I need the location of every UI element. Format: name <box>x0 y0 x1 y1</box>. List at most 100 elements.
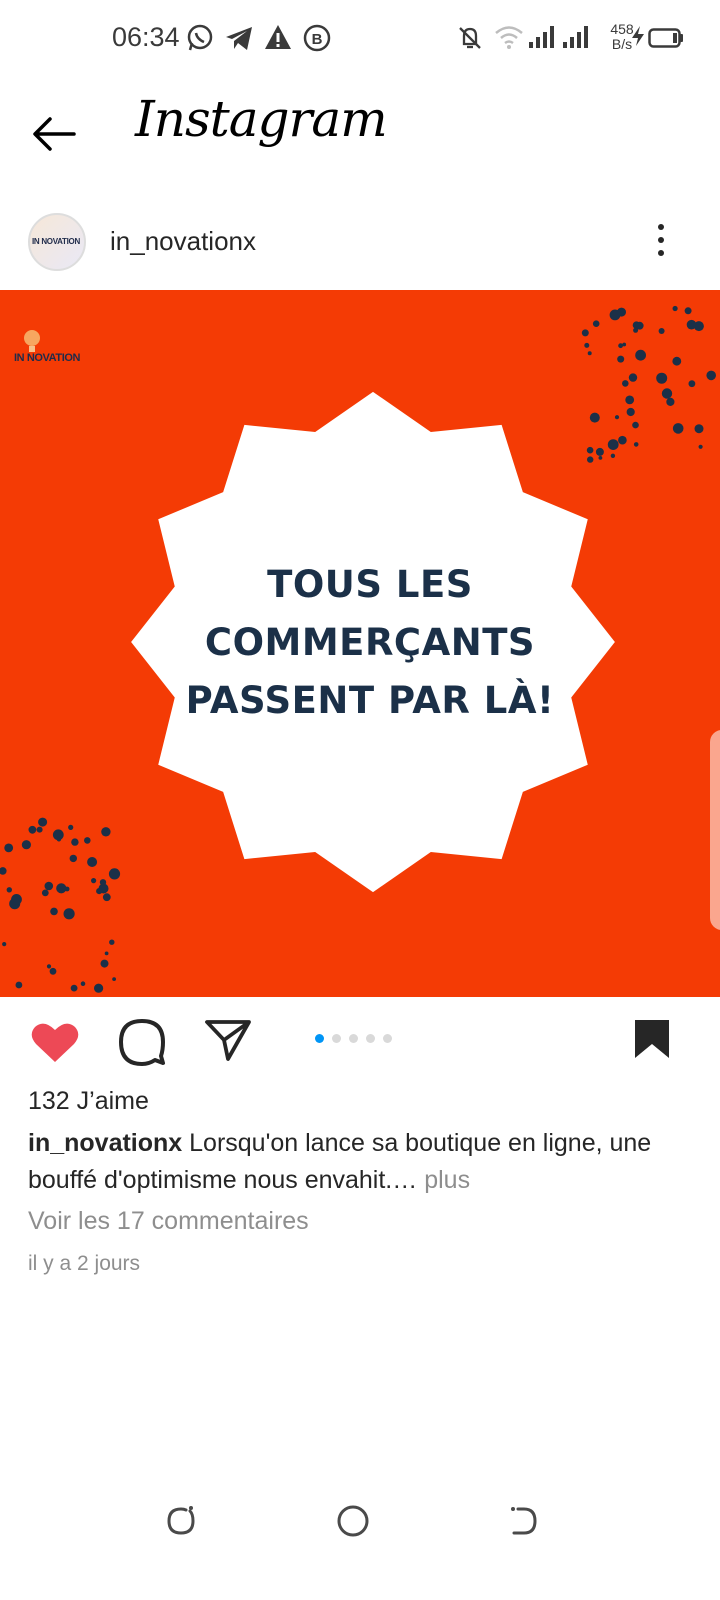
more-dot <box>658 250 664 256</box>
decor-dot <box>706 370 716 381</box>
decor-dot <box>56 837 62 842</box>
decor-dot <box>15 981 23 989</box>
decor-dot <box>607 439 619 450</box>
avatar[interactable]: IN NOVATION <box>28 213 86 271</box>
decor-dot <box>688 380 696 388</box>
decor-dot <box>598 456 603 460</box>
decor-dot <box>694 424 704 434</box>
decor-dot <box>68 824 74 831</box>
decor-dot <box>49 967 57 975</box>
like-count[interactable]: 132 J’aime <box>28 1087 149 1116</box>
decor-dot <box>587 351 592 356</box>
post-image[interactable]: IN NOVATION TOUS LES COMMERÇANTS PASSENT… <box>0 290 720 997</box>
recent-apps-icon[interactable] <box>164 1504 198 1538</box>
decor-dot <box>112 977 116 981</box>
dot-pattern-top-right <box>581 305 716 463</box>
battery-icon <box>648 28 683 48</box>
decor-dot <box>661 388 673 399</box>
decor-dot <box>626 407 635 417</box>
mute-bell-icon <box>459 27 481 49</box>
more-options-button[interactable] <box>650 222 674 258</box>
decor-dot <box>686 319 697 330</box>
decor-dot <box>21 840 31 850</box>
decor-dot <box>589 412 600 423</box>
svg-text:B: B <box>312 31 323 48</box>
decor-dot <box>628 373 638 382</box>
brand-logo-text: IN NOVATION <box>14 352 81 364</box>
decor-dot <box>11 894 22 905</box>
decor-dot <box>618 435 627 445</box>
decor-dot <box>658 328 665 334</box>
b-badge-icon: B <box>303 24 331 52</box>
decor-dot <box>592 320 600 327</box>
decor-dot <box>625 395 635 405</box>
carousel-dot <box>383 1034 392 1043</box>
decor-dot <box>38 817 48 827</box>
decor-dot <box>595 447 604 456</box>
headline-line-1: TOUS LES <box>267 563 473 606</box>
decor-dot <box>46 964 52 969</box>
decor-dot <box>632 421 639 429</box>
carousel-dot <box>349 1034 358 1043</box>
decor-dot <box>80 981 86 986</box>
decor-dot <box>614 415 620 420</box>
more-dot <box>658 237 664 243</box>
carousel-dot <box>315 1034 324 1043</box>
decor-dot <box>108 868 121 880</box>
decor-dot <box>56 883 67 894</box>
decor-dot <box>617 307 626 317</box>
caption-more-link[interactable]: plus <box>424 1166 470 1194</box>
brand-logo: IN NOVATION <box>12 328 102 378</box>
decor-dot <box>96 888 103 895</box>
decor-dot <box>684 307 692 315</box>
decor-dot <box>672 423 684 434</box>
back-nav-icon[interactable] <box>506 1504 540 1538</box>
share-send-icon[interactable] <box>204 1018 252 1062</box>
headline-line-3: PASSENT PAR LÀ! <box>185 679 555 722</box>
decor-dot <box>656 372 668 384</box>
decor-dot <box>610 453 616 458</box>
post-username[interactable]: in_novationx <box>110 226 256 257</box>
app-logo: Instagram <box>135 90 388 148</box>
like-heart-icon[interactable] <box>30 1020 80 1064</box>
bookmark-saved-icon[interactable] <box>633 1018 671 1060</box>
decor-dot <box>666 397 675 406</box>
decor-dot <box>109 939 115 945</box>
status-time: 06:34 <box>112 22 180 52</box>
telegram-icon <box>226 27 252 50</box>
decor-dot <box>71 838 79 846</box>
decor-dot <box>104 951 109 956</box>
decor-dot <box>91 878 97 884</box>
avatar-logo-text: IN NOVATION <box>32 237 80 246</box>
decor-dot <box>102 893 111 902</box>
decor-dot <box>698 444 703 449</box>
back-arrow-icon[interactable] <box>30 114 78 154</box>
whatsapp-icon <box>187 24 213 51</box>
decor-dot <box>586 446 594 454</box>
caption-username[interactable]: in_novationx <box>28 1129 182 1157</box>
signal-icon <box>563 26 588 48</box>
decor-dot <box>587 456 594 463</box>
decor-dot <box>50 907 58 916</box>
decor-dot <box>617 355 625 363</box>
post-caption[interactable]: in_novationx Lorsqu'on lance sa boutique… <box>28 1125 688 1199</box>
warning-icon <box>265 25 291 49</box>
decor-dot <box>100 959 109 968</box>
wifi-icon <box>495 26 523 49</box>
comment-icon[interactable] <box>118 1018 166 1066</box>
decor-dot <box>84 837 91 844</box>
decor-dot <box>622 380 629 387</box>
decor-dot <box>36 826 43 833</box>
decor-dot <box>70 984 78 992</box>
decor-dot <box>672 305 678 312</box>
image-headline: TOUS LES COMMERÇANTS PASSENT PAR LÀ! <box>170 556 570 730</box>
decor-dot <box>69 854 78 863</box>
view-comments-link[interactable]: Voir les 17 commentaires <box>28 1207 309 1236</box>
dot-pattern-bottom-left <box>0 817 121 993</box>
decor-dot <box>633 442 639 447</box>
carousel-dot <box>332 1034 341 1043</box>
edge-panel-handle[interactable] <box>710 730 720 930</box>
decor-dot <box>635 349 646 361</box>
post-timestamp: il y a 2 jours <box>28 1252 141 1275</box>
home-nav-icon[interactable] <box>336 1504 370 1538</box>
